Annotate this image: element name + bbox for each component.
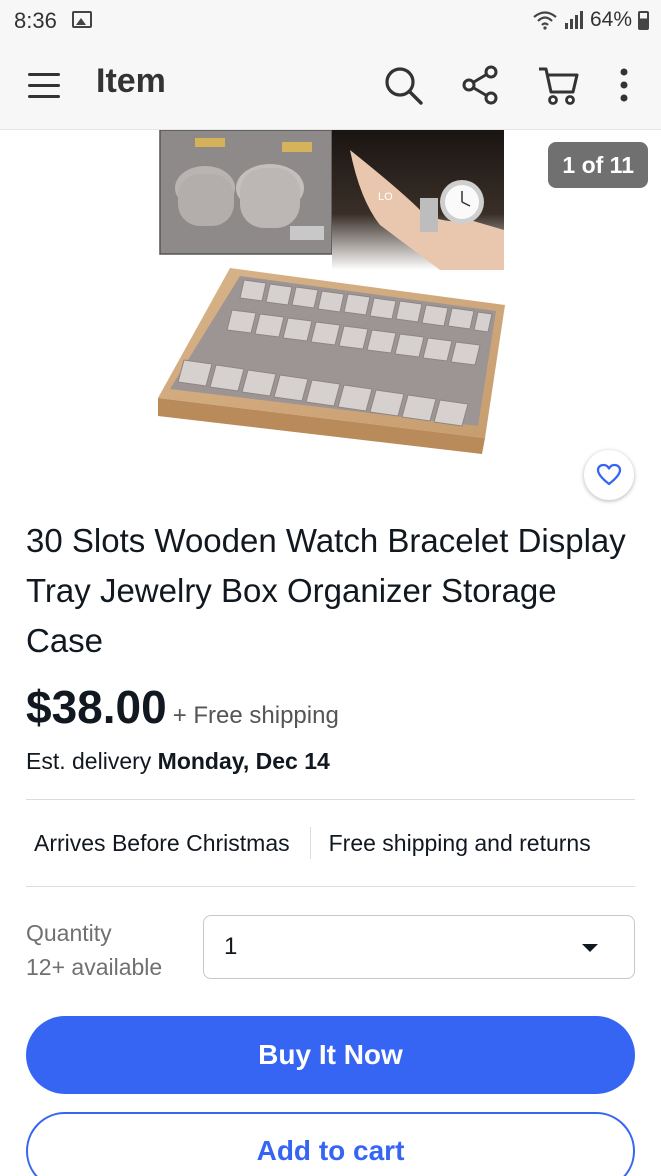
cart-icon[interactable]	[536, 62, 582, 108]
buy-it-now-button[interactable]: Buy It Now	[26, 1016, 635, 1094]
delivery-label: Est. delivery	[26, 748, 152, 774]
badge-arrives-before-christmas: Arrives Before Christmas	[34, 829, 290, 856]
shipping-text: + Free shipping	[172, 702, 339, 729]
quantity-info: Quantity 12+ available	[26, 916, 162, 984]
gallery-icon	[72, 11, 92, 28]
status-time: 8:36	[14, 8, 57, 33]
app-bar: Item	[0, 44, 661, 130]
quantity-label: Quantity	[26, 920, 112, 946]
price: $38.00	[26, 681, 167, 733]
add-to-cart-button[interactable]: Add to cart	[26, 1112, 635, 1176]
share-icon[interactable]	[458, 62, 504, 108]
feature-badges: Arrives Before Christmas Free shipping a…	[26, 800, 635, 886]
badge-free-shipping-returns: Free shipping and returns	[328, 829, 591, 856]
price-row: $38.00 + Free shipping	[26, 680, 339, 734]
delivery-date: Monday, Dec 14	[157, 748, 330, 774]
image-counter-badge: 1 of 11	[548, 142, 648, 188]
quantity-value: 1	[224, 933, 238, 960]
wifi-icon	[533, 11, 557, 30]
estimated-delivery: Est. delivery Monday, Dec 14	[26, 748, 330, 775]
caret-down-icon	[582, 944, 598, 952]
battery-icon	[638, 10, 649, 30]
watch-button[interactable]	[584, 450, 634, 500]
status-bar: 8:36 64%	[0, 0, 661, 44]
search-icon[interactable]	[380, 62, 426, 108]
divider	[26, 886, 635, 887]
quantity-select[interactable]: 1	[203, 915, 635, 979]
quantity-available: 12+ available	[26, 954, 163, 980]
more-vert-icon[interactable]	[606, 62, 642, 108]
product-title: 30 Slots Wooden Watch Bracelet Display T…	[26, 522, 626, 659]
badge-separator	[309, 827, 311, 859]
page-title: Item	[96, 62, 166, 100]
product-image-gallery[interactable]: LO 1 of 11	[0, 129, 661, 500]
heart-outline-icon	[596, 463, 622, 486]
menu-icon[interactable]	[22, 64, 66, 108]
signal-icon	[564, 11, 583, 29]
status-right: 64%	[532, 8, 649, 32]
watermark-text: LO	[378, 191, 393, 203]
battery-percent: 64%	[589, 8, 632, 31]
